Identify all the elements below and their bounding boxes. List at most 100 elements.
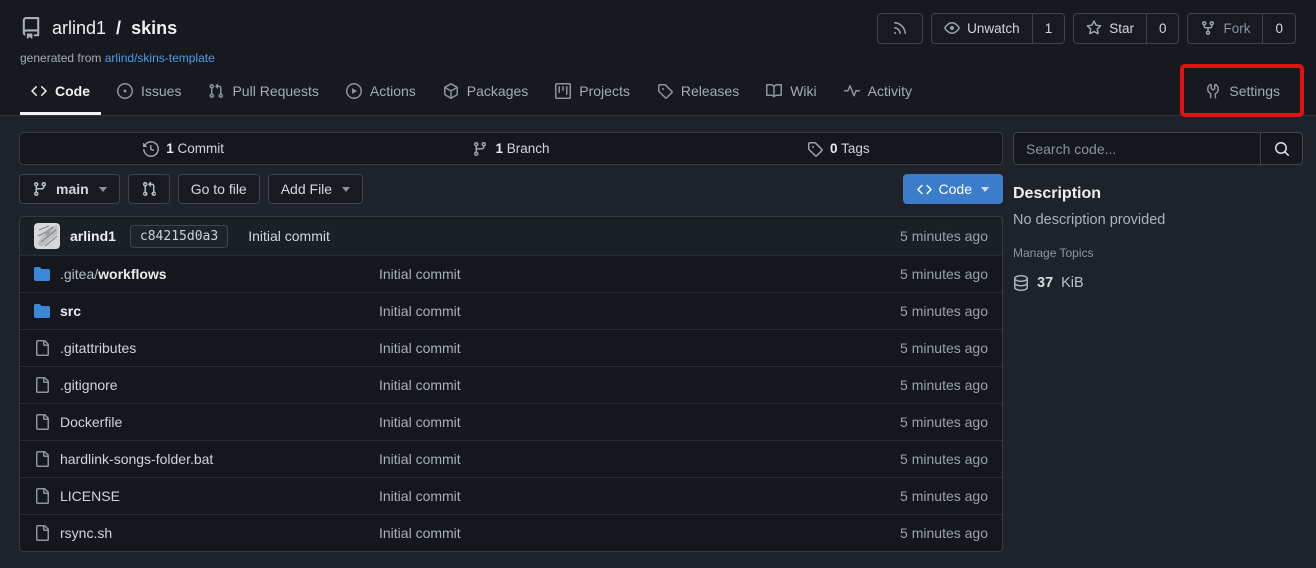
- commit-count: 1: [166, 141, 174, 156]
- tab-releases[interactable]: Releases: [646, 74, 750, 115]
- star-button[interactable]: Star 0: [1073, 13, 1179, 44]
- file-commit-message[interactable]: Initial commit: [379, 414, 900, 430]
- database-icon: [1013, 275, 1029, 291]
- tag-icon: [657, 83, 673, 99]
- file-name-link[interactable]: rsync.sh: [60, 525, 112, 541]
- avatar[interactable]: [34, 223, 60, 249]
- watch-button[interactable]: Unwatch 1: [931, 13, 1065, 44]
- file-row[interactable]: .gitea/workflows Initial commit 5 minute…: [20, 255, 1002, 292]
- tab-actions[interactable]: Actions: [335, 74, 427, 115]
- file-commit-time: 5 minutes ago: [900, 303, 988, 319]
- file-row[interactable]: LICENSE Initial commit 5 minutes ago: [20, 477, 1002, 514]
- star-count[interactable]: 0: [1146, 14, 1179, 43]
- file-row[interactable]: src Initial commit 5 minutes ago: [20, 292, 1002, 329]
- branch-selector[interactable]: main: [19, 174, 120, 204]
- file-commit-message[interactable]: Initial commit: [379, 340, 900, 356]
- file-name-link[interactable]: hardlink-songs-folder.bat: [60, 451, 213, 467]
- add-file-button[interactable]: Add File: [268, 174, 363, 204]
- tab-label: Wiki: [790, 83, 816, 99]
- file-commit-message[interactable]: Initial commit: [379, 377, 900, 393]
- file-path-prefix[interactable]: .gitea/: [60, 266, 98, 282]
- generated-from-prefix: generated from: [20, 51, 101, 65]
- fork-icon: [1200, 20, 1216, 36]
- manage-topics-link[interactable]: Manage Topics: [1013, 246, 1303, 260]
- tab-projects[interactable]: Projects: [544, 74, 641, 115]
- file-row[interactable]: .gitignore Initial commit 5 minutes ago: [20, 366, 1002, 403]
- file-row[interactable]: Dockerfile Initial commit 5 minutes ago: [20, 403, 1002, 440]
- file-commit-message[interactable]: Initial commit: [379, 451, 900, 467]
- issue-icon: [117, 83, 133, 99]
- branches-stat[interactable]: 1 Branch: [347, 133, 674, 164]
- tab-pull-requests[interactable]: Pull Requests: [197, 74, 329, 115]
- tab-settings[interactable]: Settings: [1194, 74, 1291, 115]
- repo-toolbar: main Go to file Add File Code: [19, 174, 1003, 204]
- page-header: arlind1 / skins Unwatch 1 Star 0: [0, 0, 1316, 116]
- chevron-down-icon: [981, 187, 989, 192]
- tab-label: Releases: [681, 83, 739, 99]
- file-icon: [34, 525, 50, 541]
- repo-size-value: 37: [1037, 275, 1053, 291]
- search-icon: [1274, 141, 1290, 157]
- file-name-link[interactable]: .gitattributes: [60, 340, 136, 356]
- file-commit-time: 5 minutes ago: [900, 414, 988, 430]
- repo-name-link[interactable]: skins: [131, 18, 177, 39]
- file-name-link[interactable]: workflows: [98, 266, 166, 282]
- branch-count: 1: [495, 141, 503, 156]
- file-name-link[interactable]: .gitignore: [60, 377, 118, 393]
- go-to-file-button[interactable]: Go to file: [178, 174, 260, 204]
- code-icon: [917, 182, 932, 197]
- file-icon: [34, 414, 50, 430]
- file-table: arlind1 c84215d0a3 Initial commit 5 minu…: [19, 216, 1003, 552]
- fork-label: Fork: [1223, 21, 1250, 36]
- chevron-down-icon: [342, 187, 350, 192]
- file-commit-message[interactable]: Initial commit: [379, 488, 900, 504]
- compare-button[interactable]: [128, 174, 170, 204]
- watch-count[interactable]: 1: [1032, 14, 1065, 43]
- tags-stat[interactable]: 0 Tags: [675, 133, 1002, 164]
- tab-wiki[interactable]: Wiki: [755, 74, 827, 115]
- search-button[interactable]: [1260, 133, 1302, 164]
- fork-count[interactable]: 0: [1262, 14, 1295, 43]
- file-icon: [34, 377, 50, 393]
- repo-size-unit: KiB: [1061, 275, 1084, 291]
- tab-packages[interactable]: Packages: [432, 74, 539, 115]
- search-input[interactable]: [1014, 133, 1260, 164]
- template-repo-link[interactable]: arlind/skins-template: [105, 51, 215, 65]
- rss-icon: [892, 20, 908, 36]
- tab-code[interactable]: Code: [20, 74, 101, 115]
- file-row[interactable]: .gitattributes Initial commit 5 minutes …: [20, 329, 1002, 366]
- file-commit-message[interactable]: Initial commit: [379, 525, 900, 541]
- commits-stat[interactable]: 1 Commit: [20, 133, 347, 164]
- file-commit-time: 5 minutes ago: [900, 525, 988, 541]
- file-name-link[interactable]: LICENSE: [60, 488, 120, 504]
- commit-label: Commit: [178, 141, 225, 156]
- file-row[interactable]: rsync.sh Initial commit 5 minutes ago: [20, 514, 1002, 551]
- history-icon: [143, 141, 159, 157]
- file-icon: [34, 451, 50, 467]
- folder-icon: [34, 266, 50, 282]
- fork-button[interactable]: Fork 0: [1187, 13, 1296, 44]
- commit-hash-link[interactable]: c84215d0a3: [130, 225, 228, 248]
- tab-activity[interactable]: Activity: [833, 74, 923, 115]
- file-icon: [34, 488, 50, 504]
- code-download-button[interactable]: Code: [903, 174, 1003, 204]
- file-commit-time: 5 minutes ago: [900, 340, 988, 356]
- file-commit-message[interactable]: Initial commit: [379, 303, 900, 319]
- add-file-label: Add File: [281, 181, 332, 197]
- file-commit-time: 5 minutes ago: [900, 266, 988, 282]
- commit-author-link[interactable]: arlind1: [70, 228, 116, 244]
- tab-label: Actions: [370, 83, 416, 99]
- file-commit-message[interactable]: Initial commit: [379, 266, 900, 282]
- latest-commit-row: arlind1 c84215d0a3 Initial commit 5 minu…: [20, 217, 1002, 255]
- repo-owner-link[interactable]: arlind1: [52, 18, 106, 39]
- tab-issues[interactable]: Issues: [106, 74, 192, 115]
- file-name-link[interactable]: Dockerfile: [60, 414, 122, 430]
- rss-button[interactable]: [877, 13, 923, 44]
- file-row[interactable]: hardlink-songs-folder.bat Initial commit…: [20, 440, 1002, 477]
- file-name-link[interactable]: src: [60, 303, 81, 319]
- git-branch-icon: [472, 141, 488, 157]
- commit-message-link[interactable]: Initial commit: [248, 228, 330, 244]
- package-icon: [443, 83, 459, 99]
- file-commit-time: 5 minutes ago: [900, 488, 988, 504]
- current-branch-name: main: [56, 181, 89, 197]
